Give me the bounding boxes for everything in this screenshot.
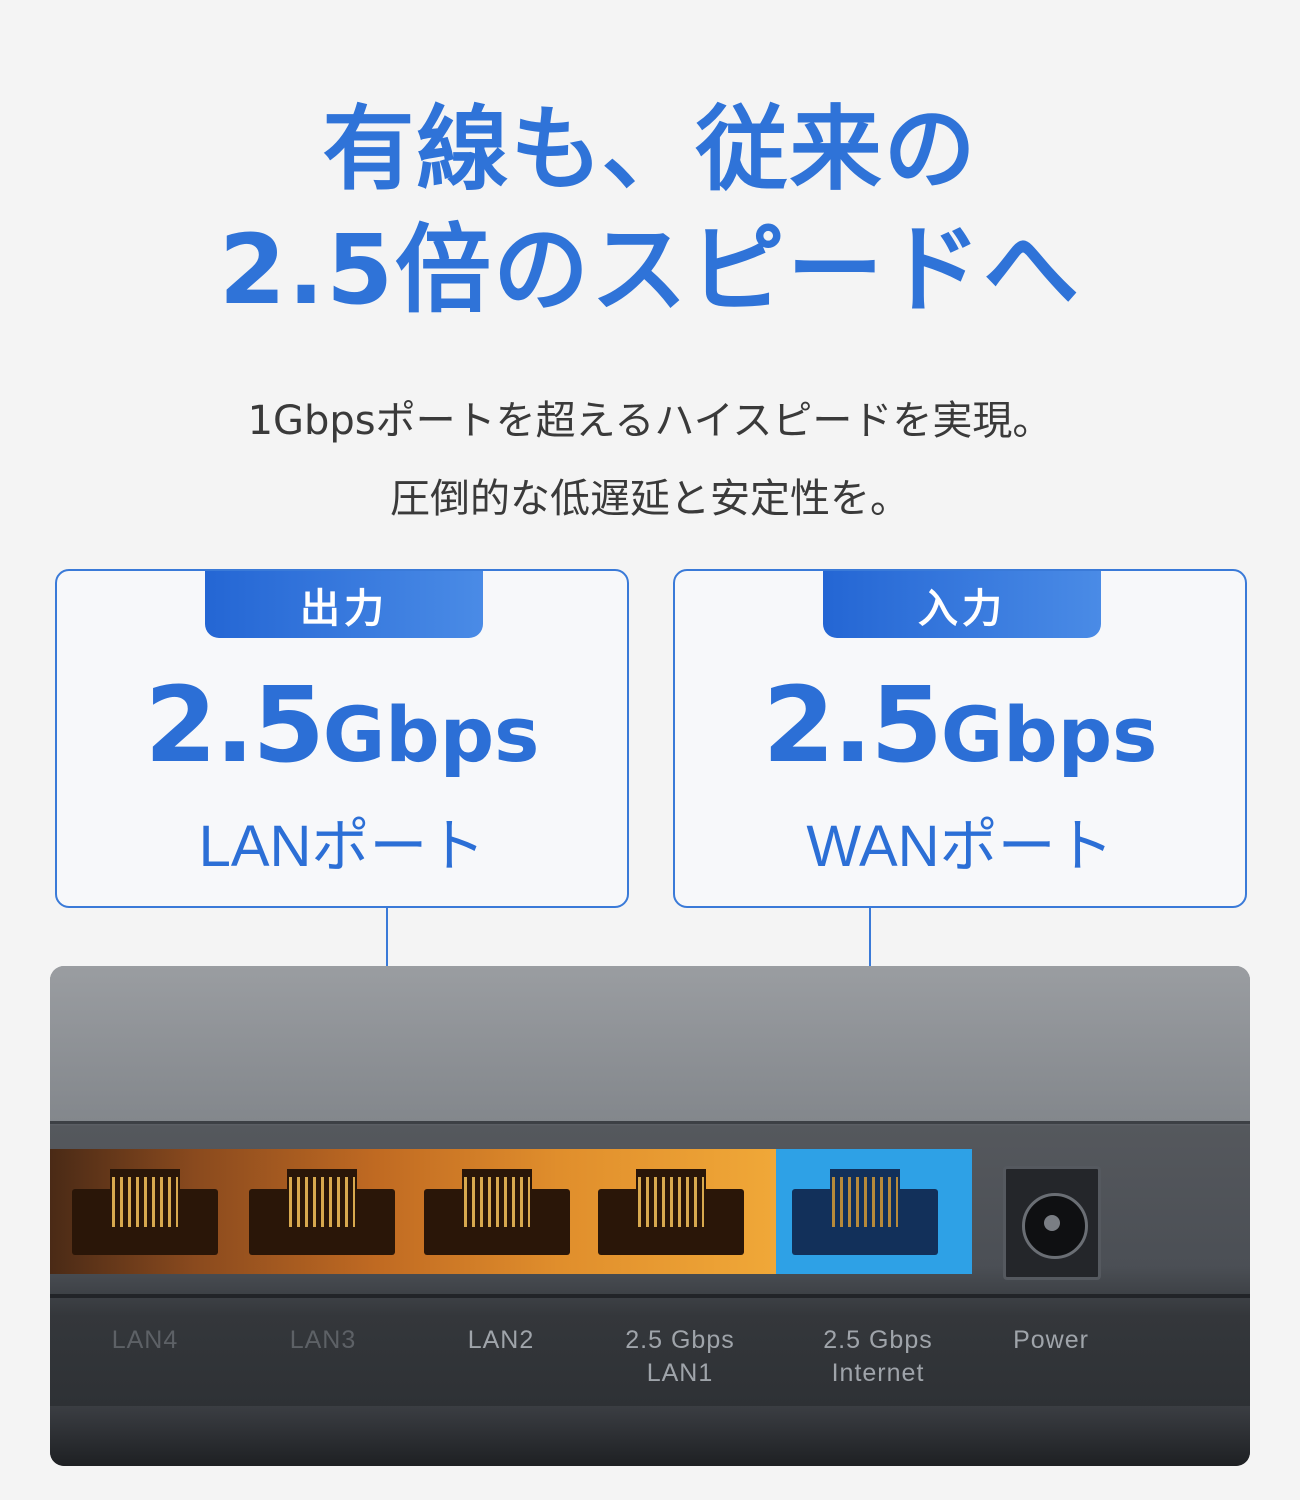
port-label-lan1: 2.5 Gbps LAN1 bbox=[595, 1324, 765, 1390]
port-pins bbox=[464, 1177, 530, 1227]
port-label-line1: LAN2 bbox=[467, 1326, 535, 1354]
port-label-line1: 2.5 Gbps bbox=[823, 1326, 933, 1354]
output-speed-unit: Gbps bbox=[322, 690, 540, 779]
port-label-line1: 2.5 Gbps bbox=[625, 1326, 735, 1354]
port-label-lan2: LAN2 bbox=[416, 1324, 586, 1357]
router-edge bbox=[50, 1121, 1250, 1124]
output-port-label: LANポート bbox=[198, 814, 486, 879]
port-pins bbox=[638, 1177, 704, 1227]
input-tab: 入力 bbox=[823, 571, 1101, 638]
lan2-port bbox=[424, 1169, 570, 1255]
input-port-label: WANポート bbox=[806, 814, 1114, 879]
router-shelf bbox=[50, 1294, 1250, 1298]
lan4-port bbox=[72, 1169, 218, 1255]
port-label-lan3: LAN3 bbox=[238, 1324, 408, 1357]
router-bottom bbox=[50, 1406, 1250, 1466]
wan-port bbox=[792, 1169, 938, 1255]
lan1-port bbox=[598, 1169, 744, 1255]
port-pins bbox=[832, 1177, 898, 1227]
subtext-line2: 圧倒的な低遅延と安定性を。 bbox=[390, 476, 910, 522]
port-label-line2: LAN1 bbox=[646, 1359, 714, 1387]
output-tab: 出力 bbox=[205, 571, 483, 638]
output-speed: 2.5Gbps bbox=[57, 673, 627, 777]
port-label-line2: Internet bbox=[831, 1359, 925, 1387]
input-card: 入力 2.5Gbps WANポート bbox=[673, 569, 1247, 908]
port-label-line1: LAN3 bbox=[289, 1326, 357, 1354]
output-card: 出力 2.5Gbps LANポート bbox=[55, 569, 629, 908]
headline-line2: 2.5倍のスピードへ bbox=[218, 214, 1082, 326]
port-label-power: Power bbox=[966, 1324, 1136, 1357]
input-speed-unit: Gbps bbox=[940, 690, 1158, 779]
port-label-line1: Power bbox=[1013, 1326, 1089, 1354]
port-label-line1: LAN4 bbox=[111, 1326, 179, 1354]
router-back-panel: LAN4 LAN3 LAN2 2.5 Gbps LAN1 2.5 Gbps In… bbox=[50, 966, 1250, 1466]
port-label-internet: 2.5 Gbps Internet bbox=[793, 1324, 963, 1390]
router-top-face bbox=[50, 966, 1250, 1121]
lan3-port bbox=[249, 1169, 395, 1255]
headline-line1: 有線も、従来の bbox=[322, 96, 978, 203]
port-pins bbox=[112, 1177, 178, 1227]
input-speed-number: 2.5 bbox=[762, 664, 943, 786]
output-speed-number: 2.5 bbox=[144, 664, 325, 786]
subtext-line1: 1Gbpsポートを超えるハイスピードを実現。 bbox=[247, 398, 1053, 444]
input-speed: 2.5Gbps bbox=[675, 673, 1245, 777]
power-jack bbox=[1003, 1166, 1101, 1280]
port-pins bbox=[289, 1177, 355, 1227]
port-label-lan4: LAN4 bbox=[60, 1324, 230, 1357]
